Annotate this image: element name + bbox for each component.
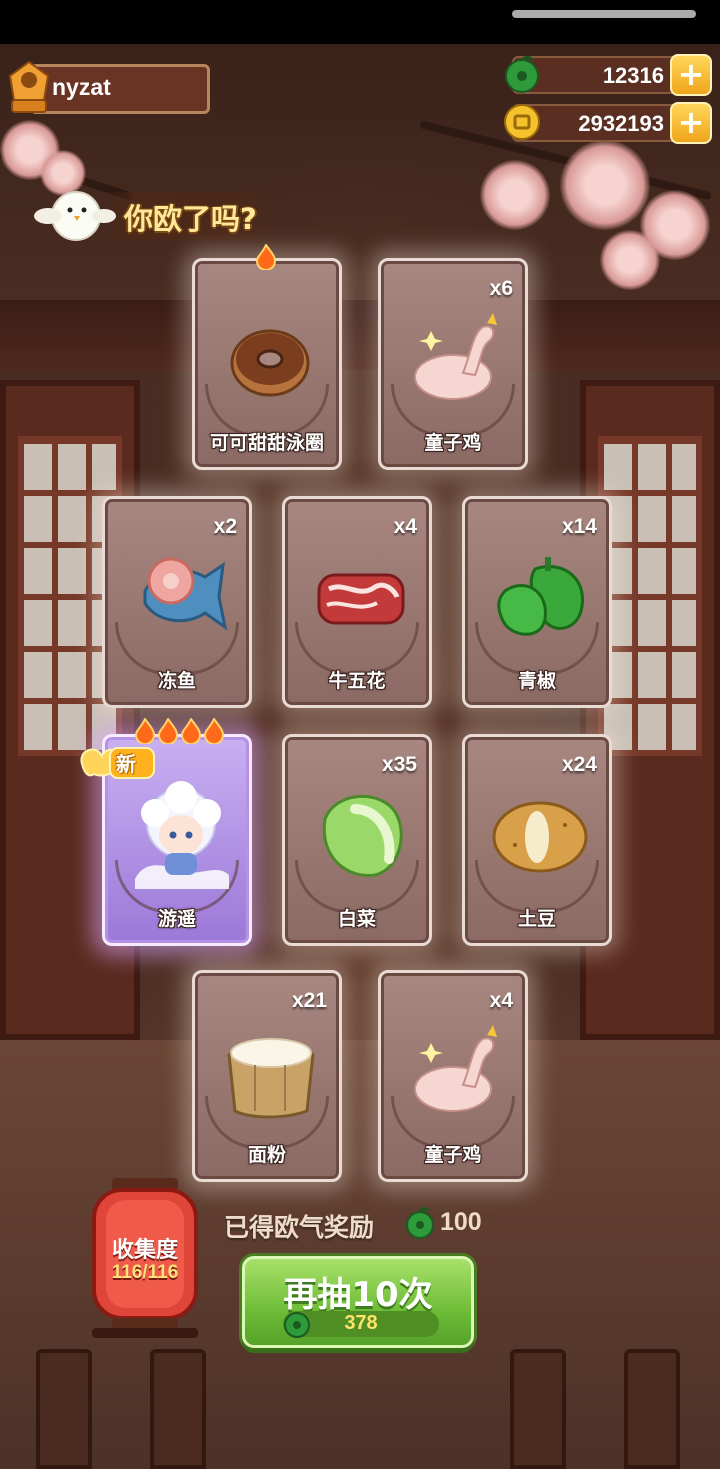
draw-again-label: 再抽10次 [283, 1275, 433, 1315]
reward-card[interactable]: x4 牛五花 [282, 496, 432, 708]
card-name: 土豆 [517, 908, 556, 930]
reward-card[interactable]: x4 童子鸡 [378, 970, 528, 1182]
jade-currency-value: 12316 [602, 63, 664, 88]
gold-coin-icon [504, 104, 540, 140]
player-name: nyzat [52, 74, 111, 100]
card-count: x2 [213, 515, 237, 538]
door-lattice [598, 436, 702, 756]
card-name: 牛五花 [328, 670, 386, 692]
rarity-flame-icon [180, 718, 202, 744]
blossom-flower [560, 140, 650, 230]
card-name: 童子鸡 [424, 432, 482, 454]
fish-icon [143, 557, 228, 631]
gold-currency-value: 2932193 [578, 111, 664, 136]
card-count: x4 [393, 515, 417, 538]
chicken-icon [414, 313, 497, 400]
gold-currency-bar: 2932193 + [504, 102, 712, 144]
reward-card[interactable]: x24 土豆 [462, 734, 612, 946]
collection-value: 116/116 [111, 1262, 179, 1283]
card-name: 游遥 [157, 908, 196, 930]
pepper-icon [497, 557, 584, 636]
card-name: 白菜 [337, 908, 376, 930]
reward-value: 100 [440, 1208, 482, 1236]
reward-card[interactable]: x21 面粉 [192, 970, 342, 1182]
blossom-flower [480, 160, 550, 230]
jade-coin-icon [406, 1207, 434, 1239]
potato-icon [492, 801, 588, 873]
rarity-flame-icon [203, 718, 225, 744]
banner-title: 你欧了吗? [124, 202, 257, 236]
card-count: x6 [489, 277, 513, 300]
card-name: 冻鱼 [157, 670, 196, 692]
draw-again-button[interactable]: 再抽10次 378 [242, 1256, 474, 1348]
flour-icon [227, 1038, 315, 1119]
card-count: x4 [489, 989, 513, 1012]
fence-post [510, 1349, 566, 1469]
card-count: x14 [561, 515, 597, 538]
fence-post [36, 1349, 92, 1469]
reward-card[interactable]: x35 白菜 [282, 734, 432, 946]
status-indicator [512, 10, 696, 18]
rank-trophy-icon[interactable] [4, 60, 54, 116]
card-name: 童子鸡 [424, 1144, 482, 1166]
character-portrait [135, 781, 229, 889]
add-gold-button[interactable]: + [670, 102, 712, 144]
chick-mascot-icon [34, 191, 116, 241]
fence-post [624, 1349, 680, 1469]
reward-card[interactable]: x2 冻鱼 [102, 496, 252, 708]
rarity-flame-icon [255, 244, 277, 270]
reward-card[interactable]: x6 童子鸡 [378, 258, 528, 470]
game-scene: nyzat 12316 + 2932193 + 你欧了吗? 可可甜甜泳圈 x6 … [0, 0, 720, 1469]
new-badge-label: 新 [116, 752, 136, 776]
card-name: 青椒 [517, 670, 556, 692]
system-status-bar [0, 0, 720, 44]
blossom-flower [600, 230, 660, 290]
reward-card[interactable]: 可可甜甜泳圈 [192, 258, 342, 470]
ceiling-beam [0, 300, 720, 370]
card-count: x21 [291, 989, 327, 1012]
jade-currency-bar: 12316 + [505, 54, 712, 96]
chicken-icon [414, 1025, 497, 1112]
fence-post [150, 1349, 206, 1469]
card-name: 面粉 [247, 1144, 286, 1166]
card-count: x24 [561, 753, 597, 776]
reward-card[interactable]: x14 青椒 [462, 496, 612, 708]
add-jade-button[interactable]: + [670, 54, 712, 96]
jade-coin-icon [284, 1312, 310, 1338]
beef-icon [317, 573, 405, 625]
donut-icon [230, 329, 310, 397]
collection-label: 收集度 [111, 1238, 178, 1263]
reward-label: 已得欧气奖励 [224, 1213, 375, 1242]
cabbage-icon [322, 794, 403, 877]
card-count: x35 [381, 753, 417, 776]
card-name: 可可甜甜泳圈 [209, 432, 324, 454]
jade-coin-icon [505, 55, 539, 93]
